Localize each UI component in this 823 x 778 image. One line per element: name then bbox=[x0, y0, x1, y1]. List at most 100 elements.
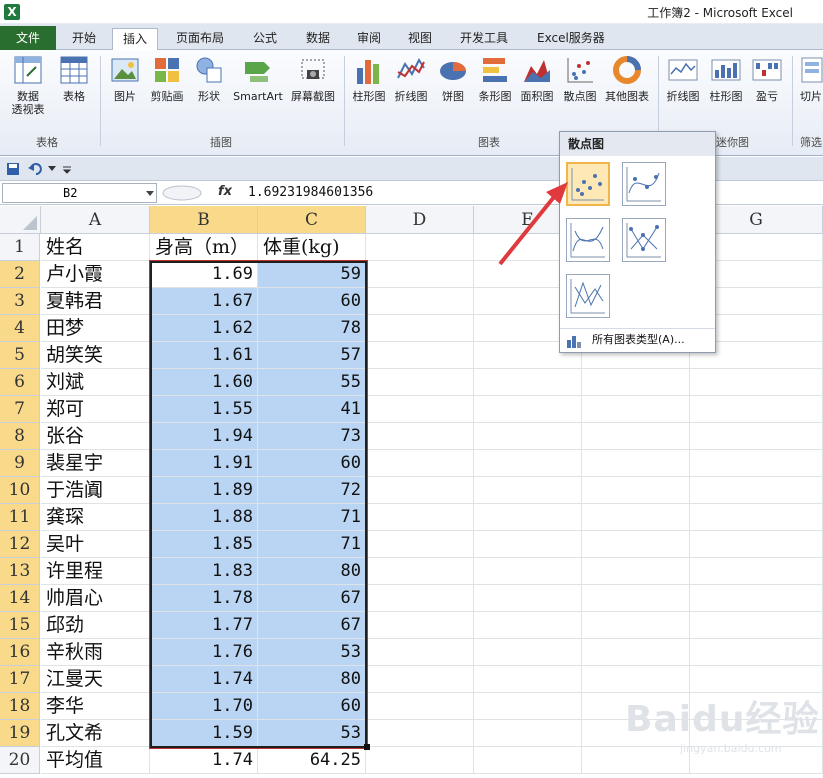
select-all-corner[interactable] bbox=[0, 206, 41, 234]
bar-chart-button[interactable]: 条形图 bbox=[474, 54, 516, 132]
tab-formulas[interactable]: 公式 bbox=[243, 28, 287, 50]
empty-cell[interactable] bbox=[690, 477, 823, 504]
empty-cell[interactable] bbox=[366, 666, 474, 693]
cell-height[interactable]: 1.77 bbox=[150, 612, 258, 639]
fill-handle[interactable] bbox=[364, 744, 370, 750]
cell-name[interactable]: 胡笑笑 bbox=[41, 342, 150, 369]
empty-cell[interactable] bbox=[366, 369, 474, 396]
row-header[interactable]: 12 bbox=[0, 531, 40, 558]
shapes-button[interactable]: 形状 bbox=[192, 54, 226, 132]
cell-height[interactable]: 1.74 bbox=[150, 666, 258, 693]
cell-name[interactable]: 辛秋雨 bbox=[41, 639, 150, 666]
tab-view[interactable]: 视图 bbox=[398, 28, 442, 50]
empty-cell[interactable] bbox=[690, 504, 823, 531]
empty-cell[interactable] bbox=[366, 504, 474, 531]
cell-height[interactable]: 1.70 bbox=[150, 693, 258, 720]
row-header[interactable]: 2 bbox=[0, 261, 40, 288]
tab-review[interactable]: 审阅 bbox=[347, 28, 391, 50]
cell-weight[interactable]: 73 bbox=[258, 423, 366, 450]
name-box[interactable]: B2 bbox=[2, 183, 157, 203]
scatter-smooth-markers-option[interactable] bbox=[622, 162, 666, 206]
cell-height[interactable]: 1.59 bbox=[150, 720, 258, 747]
cell-weight[interactable]: 53 bbox=[258, 720, 366, 747]
cell-name[interactable]: 平均值 bbox=[41, 747, 150, 774]
row-header[interactable]: 11 bbox=[0, 504, 40, 531]
formula-input[interactable]: 1.69231984601356 bbox=[248, 185, 373, 200]
excel-app-icon[interactable]: X bbox=[4, 4, 20, 20]
row-header[interactable]: 19 bbox=[0, 720, 40, 747]
cell-header-weight[interactable]: 体重(kg) bbox=[258, 234, 366, 261]
empty-cell[interactable] bbox=[366, 693, 474, 720]
tab-file[interactable]: 文件 bbox=[0, 26, 56, 50]
empty-cell[interactable] bbox=[366, 315, 474, 342]
empty-cell[interactable] bbox=[582, 639, 690, 666]
cell-weight[interactable]: 60 bbox=[258, 693, 366, 720]
smartart-button[interactable]: SmartArt bbox=[230, 54, 286, 132]
cell-weight[interactable]: 59 bbox=[258, 261, 366, 288]
row-header[interactable]: 16 bbox=[0, 639, 40, 666]
formula-bar-handle[interactable] bbox=[162, 185, 202, 201]
empty-cell[interactable] bbox=[582, 369, 690, 396]
empty-cell[interactable] bbox=[582, 558, 690, 585]
cell-name[interactable]: 夏韩君 bbox=[41, 288, 150, 315]
row-header[interactable]: 17 bbox=[0, 666, 40, 693]
cell-name[interactable]: 卢小霞 bbox=[41, 261, 150, 288]
cell-weight[interactable]: 72 bbox=[258, 477, 366, 504]
empty-cell[interactable] bbox=[474, 504, 582, 531]
empty-cell[interactable] bbox=[474, 747, 582, 774]
empty-cell[interactable] bbox=[582, 504, 690, 531]
row-header[interactable]: 7 bbox=[0, 396, 40, 423]
empty-cell[interactable] bbox=[690, 585, 823, 612]
cell-height[interactable]: 1.67 bbox=[150, 288, 258, 315]
cell-name[interactable]: 江曼天 bbox=[41, 666, 150, 693]
cell-height[interactable]: 1.89 bbox=[150, 477, 258, 504]
empty-cell[interactable] bbox=[474, 639, 582, 666]
empty-cell[interactable] bbox=[690, 612, 823, 639]
clipart-button[interactable]: 剪贴画 bbox=[146, 54, 188, 132]
tab-excel-server[interactable]: Excel服务器 bbox=[527, 28, 615, 50]
column-header-d[interactable]: D bbox=[366, 206, 474, 234]
cell-name[interactable]: 裴星宇 bbox=[41, 450, 150, 477]
empty-cell[interactable] bbox=[582, 747, 690, 774]
other-charts-button[interactable]: 其他图表 bbox=[600, 54, 654, 132]
empty-cell[interactable] bbox=[582, 666, 690, 693]
cell-height[interactable]: 1.88 bbox=[150, 504, 258, 531]
empty-cell[interactable] bbox=[366, 288, 474, 315]
empty-cell[interactable] bbox=[474, 585, 582, 612]
empty-cell[interactable] bbox=[366, 639, 474, 666]
scatter-straight-markers-option[interactable] bbox=[622, 218, 666, 262]
cell-weight[interactable]: 60 bbox=[258, 450, 366, 477]
cell-name[interactable]: 许里程 bbox=[41, 558, 150, 585]
empty-cell[interactable] bbox=[474, 666, 582, 693]
column-header-a[interactable]: A bbox=[41, 206, 150, 234]
all-chart-types-button[interactable]: 所有图表类型(A)... bbox=[560, 328, 715, 352]
cell-weight[interactable]: 80 bbox=[258, 666, 366, 693]
pivot-table-button[interactable]: 数据 透视表 bbox=[4, 54, 52, 132]
cell-height[interactable]: 1.61 bbox=[150, 342, 258, 369]
empty-cell[interactable] bbox=[474, 396, 582, 423]
cell-height[interactable]: 1.60 bbox=[150, 369, 258, 396]
empty-cell[interactable] bbox=[474, 450, 582, 477]
empty-cell[interactable] bbox=[582, 396, 690, 423]
empty-cell[interactable] bbox=[582, 477, 690, 504]
pie-chart-button[interactable]: 饼图 bbox=[434, 54, 472, 132]
empty-cell[interactable] bbox=[366, 612, 474, 639]
empty-cell[interactable] bbox=[366, 234, 474, 261]
empty-cell[interactable] bbox=[690, 423, 823, 450]
empty-cell[interactable] bbox=[690, 450, 823, 477]
line-chart-button[interactable]: 折线图 bbox=[390, 54, 432, 132]
row-header[interactable]: 3 bbox=[0, 288, 40, 315]
empty-cell[interactable] bbox=[582, 423, 690, 450]
cell-name[interactable]: 帅眉心 bbox=[41, 585, 150, 612]
cell-weight[interactable]: 53 bbox=[258, 639, 366, 666]
customize-toolbar-icon[interactable] bbox=[62, 164, 72, 174]
empty-cell[interactable] bbox=[582, 612, 690, 639]
cell-height[interactable]: 1.74 bbox=[150, 747, 258, 774]
cell-weight[interactable]: 55 bbox=[258, 369, 366, 396]
cell-weight[interactable]: 71 bbox=[258, 531, 366, 558]
empty-cell[interactable] bbox=[474, 369, 582, 396]
sparkline-column-button[interactable]: 柱形图 bbox=[704, 54, 748, 132]
empty-cell[interactable] bbox=[474, 693, 582, 720]
row-header[interactable]: 4 bbox=[0, 315, 40, 342]
area-chart-button[interactable]: 面积图 bbox=[516, 54, 558, 132]
